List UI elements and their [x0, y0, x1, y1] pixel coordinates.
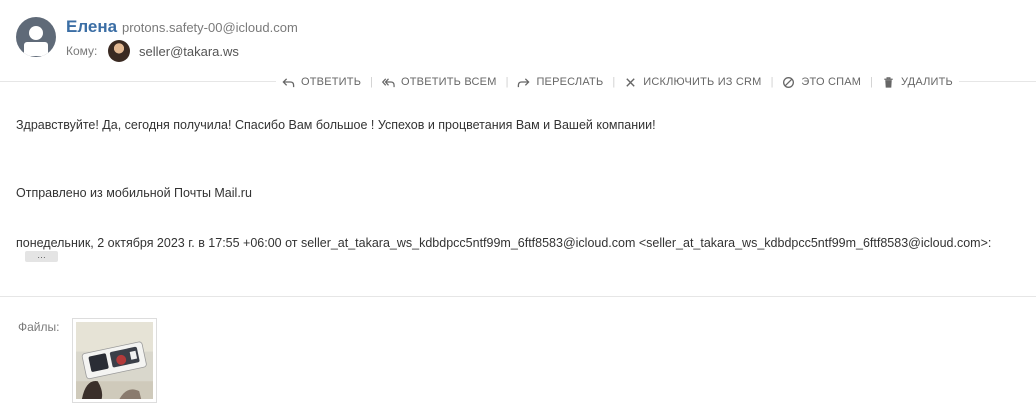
attachments-divider	[0, 296, 1036, 297]
user-silhouette-icon	[29, 26, 43, 40]
reply-icon	[282, 77, 295, 87]
recipient-avatar	[108, 40, 130, 62]
reply-all-button[interactable]: ОТВЕТИТЬ ВСЕМ	[381, 76, 497, 89]
message-signature: Отправлено из мобильной Почты Mail.ru	[16, 186, 252, 200]
reply-button[interactable]: ОТВЕТИТЬ	[282, 76, 361, 89]
message-toolbar: ОТВЕТИТЬ | ОТВЕТИТЬ ВСЕМ | ПЕРЕСЛАТЬ | И…	[276, 72, 959, 92]
sender-name[interactable]: Елена	[66, 17, 117, 37]
exclude-from-crm-label: ИСКЛЮЧИТЬ ИЗ CRM	[643, 76, 762, 88]
attachment-thumbnail[interactable]	[72, 318, 157, 403]
exclude-from-crm-button[interactable]: ИСКЛЮЧИТЬ ИЗ CRM	[624, 76, 761, 89]
expand-quote-button[interactable]: …	[25, 251, 58, 262]
forward-button[interactable]: ПЕРЕСЛАТЬ	[517, 76, 603, 89]
files-label: Файлы:	[18, 320, 60, 334]
quote-header: понедельник, 2 октября 2023 г. в 17:55 +…	[16, 236, 992, 250]
toolbar-separator: |	[505, 76, 509, 88]
attachment-photo	[76, 322, 153, 399]
message-body: Здравствуйте! Да, сегодня получила! Спас…	[16, 118, 656, 132]
forward-label: ПЕРЕСЛАТЬ	[536, 76, 604, 88]
recipient-label: Кому:	[66, 44, 98, 58]
user-silhouette-body	[24, 42, 48, 56]
forward-icon	[518, 77, 530, 87]
delete-button[interactable]: УДАЛИТЬ	[882, 76, 953, 89]
trash-icon	[884, 76, 893, 88]
toolbar-separator: |	[370, 76, 373, 88]
spam-icon	[783, 76, 795, 88]
close-icon	[626, 77, 635, 87]
mark-spam-button[interactable]: ЭТО СПАМ	[782, 76, 861, 89]
reply-all-icon	[381, 77, 395, 87]
recipient-email[interactable]: seller@takara.ws	[139, 44, 239, 59]
reply-label: ОТВЕТИТЬ	[301, 76, 362, 88]
sender-avatar	[16, 17, 56, 57]
reply-all-label: ОТВЕТИТЬ ВСЕМ	[400, 76, 497, 88]
toolbar-separator: |	[770, 76, 774, 88]
toolbar-separator: |	[612, 76, 616, 88]
toolbar-separator: |	[870, 76, 873, 88]
delete-label: УДАЛИТЬ	[900, 76, 953, 88]
mark-spam-label: ЭТО СПАМ	[801, 76, 862, 88]
sender-email[interactable]: protons.safety-00@icloud.com	[122, 20, 298, 35]
